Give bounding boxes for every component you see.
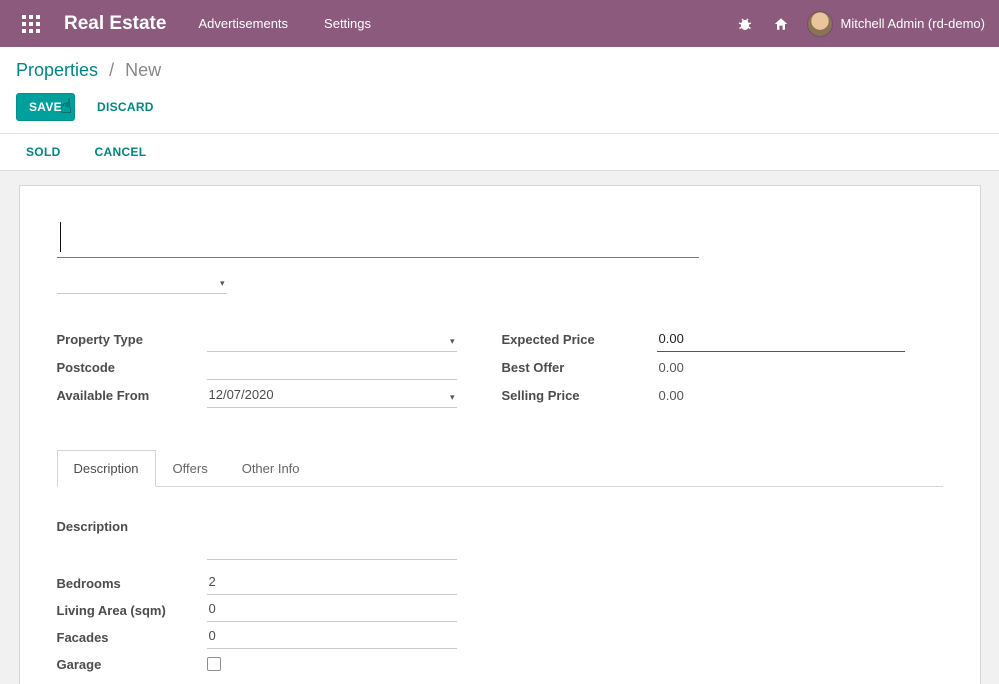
- bug-icon[interactable]: [735, 14, 755, 34]
- text-caret: [60, 222, 61, 252]
- form-sheet: ▾ Property Type ▾ Postcode Available Fro…: [19, 185, 981, 684]
- top-navbar: Real Estate Advertisements Settings Mitc…: [0, 0, 999, 47]
- expected-price-input[interactable]: 0.00: [657, 328, 905, 352]
- app-title[interactable]: Real Estate: [64, 13, 166, 35]
- bedrooms-label: Bedrooms: [57, 576, 207, 595]
- breadcrumb-new: New: [125, 60, 161, 80]
- menu-advertisements[interactable]: Advertisements: [194, 1, 292, 46]
- tags-input[interactable]: ▾: [57, 270, 227, 294]
- facades-input[interactable]: 0: [207, 627, 457, 649]
- postcode-label: Postcode: [57, 360, 207, 380]
- cancel-button[interactable]: CANCEL: [95, 145, 147, 159]
- table-row: Bedrooms 2: [57, 568, 943, 595]
- living-area-label: Living Area (sqm): [57, 603, 207, 622]
- breadcrumb-properties[interactable]: Properties: [16, 60, 98, 80]
- main-menu: Advertisements Settings: [194, 1, 375, 46]
- available-from-label: Available From: [57, 388, 207, 408]
- notebook-tabs: Description Offers Other Info: [57, 450, 943, 487]
- garage-checkbox[interactable]: [207, 657, 221, 671]
- tab-other-info[interactable]: Other Info: [225, 450, 317, 487]
- facades-label: Facades: [57, 630, 207, 649]
- garage-label: Garage: [57, 657, 207, 676]
- tab-description[interactable]: Description: [57, 450, 156, 487]
- description-input[interactable]: [207, 534, 457, 560]
- postcode-input[interactable]: [207, 356, 457, 380]
- expected-price-label: Expected Price: [502, 332, 657, 352]
- description-label: Description: [57, 519, 943, 534]
- field-groups: Property Type ▾ Postcode Available From …: [57, 324, 943, 408]
- save-button[interactable]: SAVE: [16, 93, 75, 121]
- menu-settings[interactable]: Settings: [320, 1, 375, 46]
- chevron-down-icon: ▾: [220, 278, 225, 289]
- breadcrumb-separator: /: [109, 60, 114, 80]
- table-row: Facades 0: [57, 622, 943, 649]
- table-row: Living Area (sqm) 0: [57, 595, 943, 622]
- best-offer-label: Best Offer: [502, 360, 657, 380]
- home-icon[interactable]: [771, 14, 791, 34]
- property-type-input[interactable]: ▾: [207, 328, 457, 352]
- right-field-group: Expected Price 0.00 Best Offer 0.00 Sell…: [502, 324, 943, 408]
- discard-button[interactable]: DISCARD: [97, 100, 154, 114]
- chevron-down-icon: ▾: [450, 336, 455, 347]
- tab-offers[interactable]: Offers: [156, 450, 225, 487]
- description-tab-content: Description Bedrooms 2 Living Area (sqm)…: [57, 487, 943, 684]
- bedrooms-input[interactable]: 2: [207, 573, 457, 595]
- description-rows: Bedrooms 2 Living Area (sqm) 0 Facades 0…: [57, 568, 943, 684]
- selling-price-label: Selling Price: [502, 388, 657, 408]
- apps-grid-icon[interactable]: [14, 0, 48, 47]
- living-area-input[interactable]: 0: [207, 600, 457, 622]
- best-offer-value: 0.00: [657, 357, 686, 380]
- selling-price-value: 0.00: [657, 385, 686, 408]
- form-view-background: ▾ Property Type ▾ Postcode Available Fro…: [0, 171, 999, 684]
- left-field-group: Property Type ▾ Postcode Available From …: [57, 324, 457, 408]
- title-input[interactable]: [57, 216, 699, 258]
- user-name: Mitchell Admin (rd-demo): [841, 16, 986, 31]
- control-panel: SAVE DISCARD: [0, 87, 999, 134]
- navbar-right: Mitchell Admin (rd-demo): [735, 11, 986, 37]
- avatar: [807, 11, 833, 37]
- property-type-label: Property Type: [57, 332, 207, 352]
- table-row: Garage: [57, 649, 943, 676]
- table-row: Garden: [57, 676, 943, 684]
- sold-button[interactable]: SOLD: [26, 145, 61, 159]
- user-menu[interactable]: Mitchell Admin (rd-demo): [807, 11, 986, 37]
- breadcrumb: Properties / New: [0, 47, 999, 87]
- chevron-down-icon: ▾: [450, 392, 455, 403]
- form-statusbar: SOLD CANCEL: [0, 134, 999, 171]
- available-from-input[interactable]: 12/07/2020▾: [207, 384, 457, 408]
